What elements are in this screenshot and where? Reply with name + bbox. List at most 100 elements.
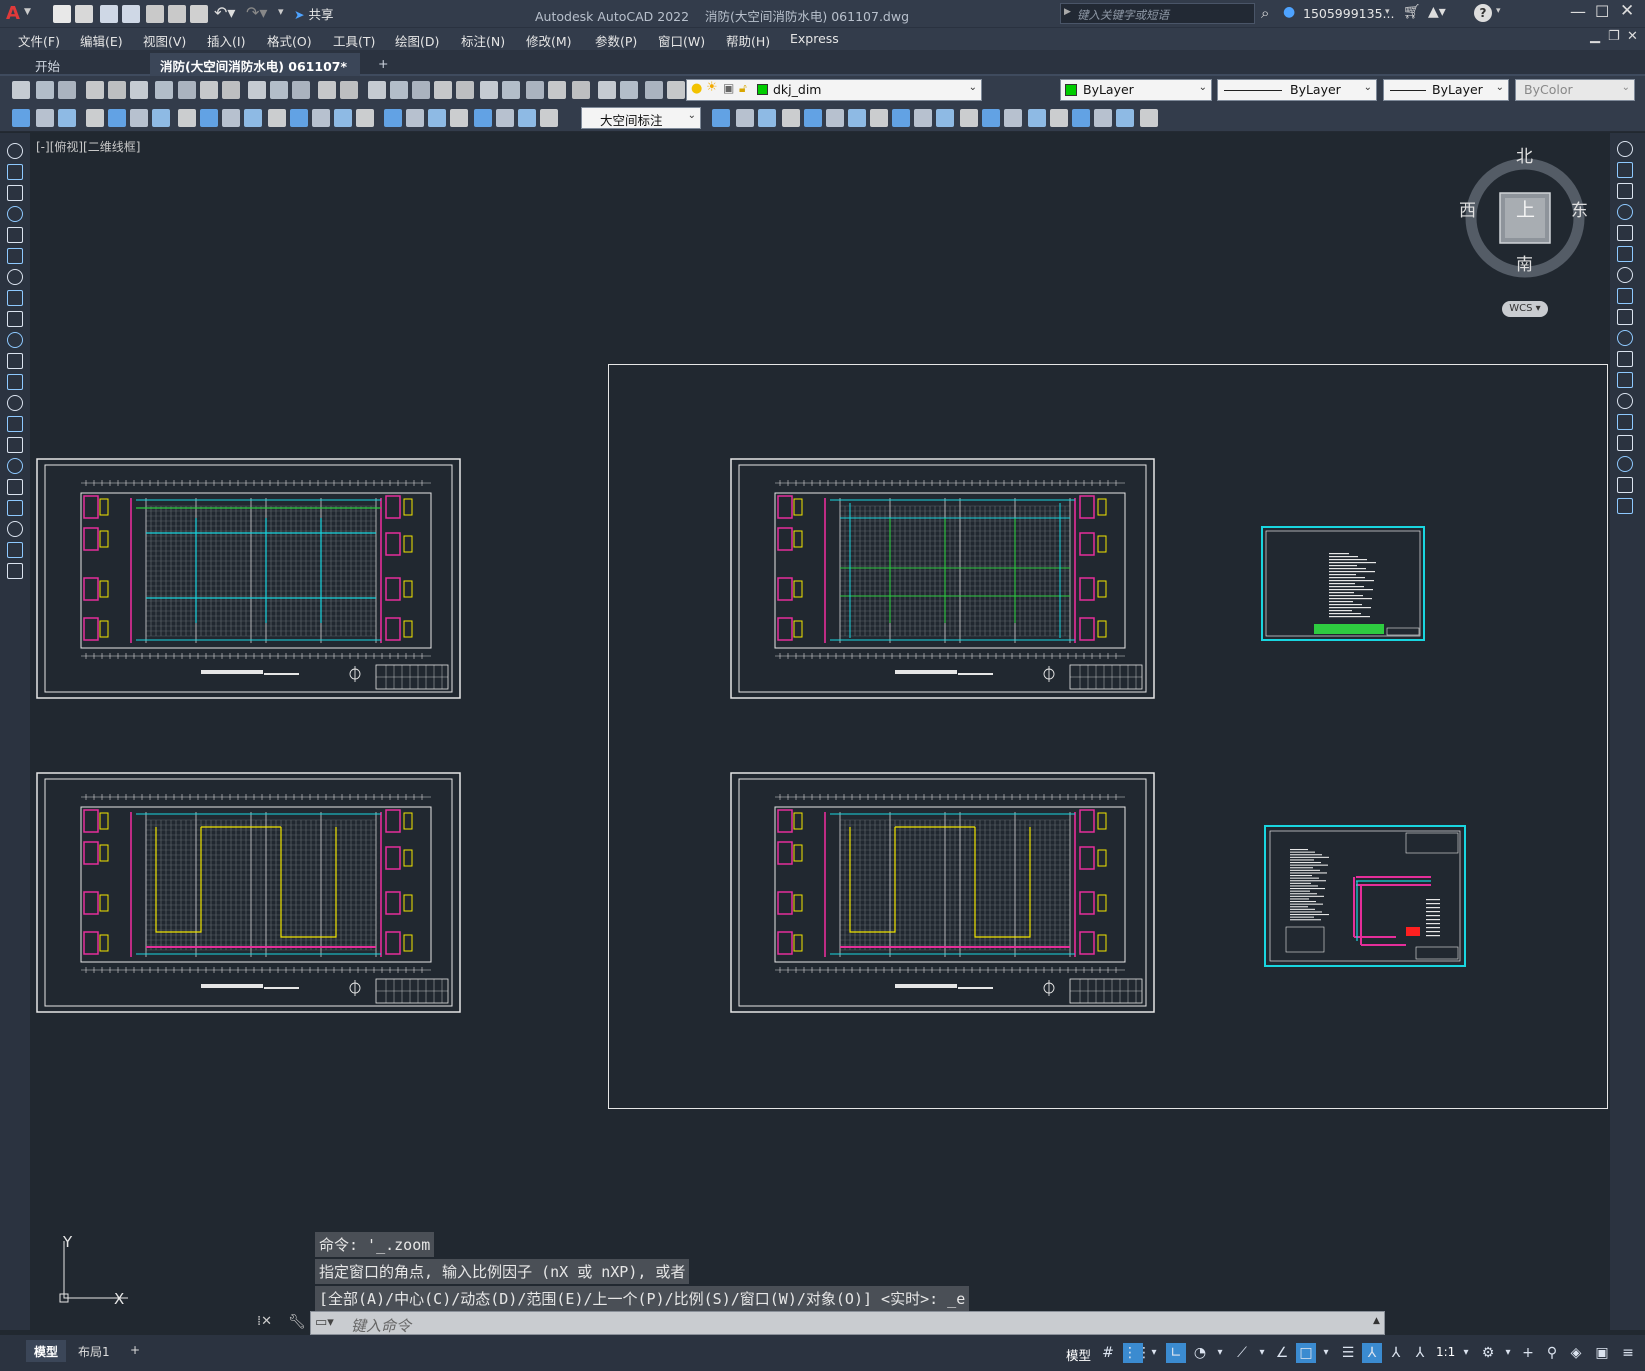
break-icon[interactable]	[870, 109, 888, 127]
scale-icon[interactable]	[782, 109, 800, 127]
linear-dim-icon[interactable]	[36, 109, 54, 127]
isodraft-chevron-icon[interactable]: ▾	[1252, 1343, 1272, 1363]
user-name[interactable]: 1505999135...	[1303, 6, 1394, 21]
undo-list-icon[interactable]	[270, 81, 288, 99]
search-input[interactable]: 键入关键字或短语	[1077, 7, 1169, 23]
erase-icon[interactable]	[1050, 109, 1068, 127]
autocad-logo[interactable]: A	[6, 3, 20, 24]
stretch-icon[interactable]	[1617, 309, 1633, 325]
dim-style-icon[interactable]	[496, 109, 514, 127]
insert-block-icon[interactable]	[7, 374, 23, 390]
mirror-icon[interactable]	[1028, 109, 1046, 127]
menu-tools[interactable]: 工具(T)	[333, 31, 375, 50]
open-icon[interactable]	[36, 81, 54, 99]
user-menu-chevron-icon[interactable]: ▾	[1385, 7, 1390, 17]
units-icon[interactable]: ⚲	[1542, 1343, 1562, 1363]
viewcube-east[interactable]: 东	[1571, 196, 1588, 221]
polygon-icon[interactable]	[7, 206, 23, 222]
viewcube[interactable]	[1455, 143, 1595, 313]
rectangle-icon[interactable]	[7, 227, 23, 243]
add-layout-icon[interactable]: +	[122, 1340, 148, 1362]
point-icon[interactable]	[7, 416, 23, 432]
polyline-icon[interactable]	[7, 185, 23, 201]
inspect-icon[interactable]	[384, 109, 402, 127]
layer-viewport-icon[interactable]: ▣	[723, 81, 734, 95]
menu-format[interactable]: 格式(O)	[267, 31, 312, 50]
layer-tool-icon[interactable]	[12, 109, 30, 127]
annotation-scale-icon[interactable]: ⅄	[1410, 1343, 1430, 1363]
doc-restore-icon[interactable]: ❐	[1608, 29, 1620, 44]
array-icon[interactable]	[1617, 225, 1633, 241]
search-icon[interactable]: ⌕	[1261, 4, 1269, 22]
mtext-icon[interactable]	[7, 521, 23, 537]
color-dropdown[interactable]: ByLayer ⌄	[1060, 79, 1212, 101]
scale-icon[interactable]	[1617, 288, 1633, 304]
tab-start[interactable]: 开始	[25, 53, 150, 76]
table-icon[interactable]	[7, 500, 23, 516]
menu-view[interactable]: 视图(V)	[143, 31, 186, 50]
extend-icon[interactable]	[1617, 351, 1633, 367]
plot-icon[interactable]	[190, 5, 208, 23]
close-icon[interactable]: ✕	[1620, 1, 1634, 21]
plotstyle-dropdown[interactable]: ByColor ⌄	[1515, 79, 1635, 101]
tool-palettes-icon[interactable]	[456, 81, 474, 99]
object-snap-icon[interactable]: □	[1296, 1343, 1316, 1363]
menu-parametric[interactable]: 参数(P)	[595, 31, 637, 50]
design-center-icon[interactable]	[434, 81, 452, 99]
diameter-icon[interactable]	[178, 109, 196, 127]
continue-icon[interactable]	[268, 109, 286, 127]
snap-icon[interactable]: ⋮⋮	[1123, 1343, 1151, 1363]
tab-layout1[interactable]: 布局1	[70, 1340, 118, 1362]
search-expand-icon[interactable]: ▶	[1064, 7, 1071, 17]
revision-cloud-icon[interactable]	[7, 290, 23, 306]
hatch-icon[interactable]	[7, 437, 23, 453]
lineweight-dropdown[interactable]: ByLayer ⌄	[1383, 79, 1509, 101]
share-button[interactable]: ➤ 共享	[294, 4, 333, 23]
dim-update-icon[interactable]	[474, 109, 492, 127]
fillet-icon[interactable]	[1617, 456, 1633, 472]
block-icon[interactable]	[518, 109, 536, 127]
new-icon[interactable]	[53, 5, 71, 23]
jogged-linear-icon[interactable]	[406, 109, 424, 127]
markup-icon[interactable]	[502, 81, 520, 99]
help-chevron-icon[interactable]: ▾	[1496, 6, 1501, 16]
auto-scale-icon[interactable]: ⅄	[1386, 1343, 1406, 1363]
polar-icon[interactable]: ◔	[1190, 1343, 1210, 1363]
offset-icon[interactable]	[1004, 109, 1022, 127]
open-icon[interactable]	[75, 5, 93, 23]
align-icon[interactable]	[1116, 109, 1134, 127]
menu-draw[interactable]: 绘图(D)	[395, 31, 439, 50]
copy-object-icon[interactable]	[1617, 162, 1633, 178]
dimstyle-dropdown[interactable]: 大空间标注 ⌄	[581, 107, 701, 129]
properties-icon[interactable]	[412, 81, 430, 99]
layer-lock-icon[interactable]: 🔓︎	[739, 81, 747, 96]
command-line-grip-icon[interactable]: ⁞✕	[257, 1314, 272, 1329]
zoom-realtime-icon[interactable]	[340, 81, 358, 99]
layer-iso-icon[interactable]	[645, 81, 663, 99]
new-tab-icon[interactable]: +	[368, 53, 398, 76]
erase-icon[interactable]	[1617, 141, 1633, 157]
linetype-dropdown[interactable]: ByLayer ⌄	[1217, 79, 1377, 101]
rotate-icon[interactable]	[758, 109, 776, 127]
trim-icon[interactable]	[1617, 330, 1633, 346]
drawing-area[interactable]: [-][俯视][二维线框] 北 南 东 西 上 WCS ▾ Y X	[30, 133, 1610, 1330]
viewcube-top-face[interactable]: 上	[1516, 195, 1535, 222]
help-icon[interactable]: ?	[1474, 4, 1492, 22]
menu-dimension[interactable]: 标注(N)	[461, 31, 505, 50]
break-icon[interactable]	[1617, 393, 1633, 409]
make-block-icon[interactable]	[7, 395, 23, 411]
object-snap-tracking-icon[interactable]: ∠	[1272, 1343, 1292, 1363]
sheet-set-icon[interactable]	[480, 81, 498, 99]
viewcube-west[interactable]: 西	[1459, 196, 1476, 221]
add-selected-icon[interactable]	[7, 542, 23, 558]
chamfer-icon[interactable]	[914, 109, 932, 127]
menu-window[interactable]: 窗口(W)	[658, 31, 705, 50]
hardware-acceleration-icon[interactable]: ◈	[1566, 1343, 1586, 1363]
fillet-icon[interactable]	[936, 109, 954, 127]
tolerance-icon[interactable]	[334, 109, 352, 127]
layer-on-icon[interactable]: ●	[691, 81, 702, 96]
array-icon[interactable]	[982, 109, 1000, 127]
dim-edit-icon[interactable]	[428, 109, 446, 127]
undo-icon[interactable]: ↶▾	[214, 3, 235, 22]
viewcube-north[interactable]: 北	[1516, 142, 1533, 167]
